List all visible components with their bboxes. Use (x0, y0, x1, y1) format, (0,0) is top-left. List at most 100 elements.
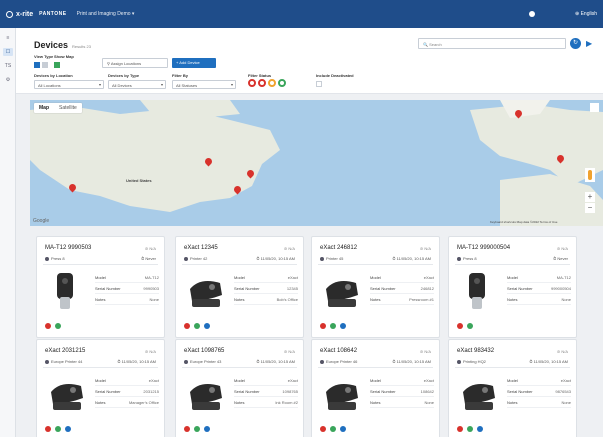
ma-t12-device-icon (469, 273, 485, 309)
card-action-icon[interactable] (184, 426, 190, 432)
device-field: Model MA-T12 (507, 275, 571, 283)
brand-logo[interactable]: x-rite (6, 10, 34, 18)
card-action-icon[interactable] (467, 426, 473, 432)
device-status: ⊘ N/A (144, 349, 156, 354)
device-card[interactable]: eXact 12345 ⊘ N/A Printer 42 ⏱ 11/05/20, 10… (175, 236, 304, 338)
card-action-icon[interactable] (457, 426, 463, 432)
app-title[interactable]: Print and Imaging Demo ▾ (77, 11, 135, 17)
card-action-icon[interactable] (194, 323, 200, 329)
device-card[interactable]: MA-T12 999000504 ⊘ N/A Press 8 ⏱ Never Model… (448, 236, 577, 338)
last-calibration: ⏱ Never (141, 256, 156, 261)
view-type-label: View Type (34, 54, 54, 59)
device-field: Serial Number 1098765 (234, 389, 298, 397)
card-action-icon[interactable] (194, 426, 200, 432)
location-select[interactable]: All Locations (34, 80, 104, 89)
card-action-icon[interactable] (340, 323, 346, 329)
zoom-out-button[interactable]: − (585, 203, 595, 213)
map-terms[interactable]: Keyboard shortcuts Map data ©2022 Terms … (490, 220, 557, 224)
device-location: Europe Printer 44 (45, 359, 82, 364)
top-bar: x-rite PANTONE Print and Imaging Demo ▾ … (0, 0, 603, 28)
device-map[interactable]: Map Satellite United States + − Google K… (30, 100, 603, 226)
status-warning-toggle[interactable] (268, 79, 276, 87)
street-view-icon[interactable] (585, 168, 595, 182)
card-divider (182, 367, 297, 368)
device-name[interactable]: MA-T12 9990503 (45, 245, 91, 251)
device-name[interactable]: eXact 12345 (184, 245, 218, 251)
last-calibration: ⏱ 11/05/20, 10:15 AM (392, 359, 431, 364)
card-action-icon[interactable] (184, 323, 190, 329)
location-pin-icon (320, 359, 324, 364)
fullscreen-icon[interactable] (590, 103, 599, 112)
status-error-toggle[interactable] (258, 79, 266, 87)
show-map-checkbox[interactable] (54, 62, 60, 68)
status-ok-toggle[interactable] (278, 79, 286, 87)
rail-menu-icon[interactable]: ≡ (3, 34, 13, 42)
export-icon[interactable]: ▶ (586, 38, 598, 49)
card-action-icon[interactable] (467, 323, 473, 329)
card-action-icon[interactable] (45, 323, 51, 329)
device-field: Serial Number 999000504 (507, 286, 571, 294)
device-name[interactable]: eXact 108642 (320, 348, 357, 354)
device-field: Model eXact (234, 378, 298, 386)
device-field: Model eXact (507, 378, 571, 386)
refresh-button[interactable]: ↻ (570, 38, 581, 49)
device-card[interactable]: eXact 108642 ⊘ N/A Europe Printer 46 ⏱ 11/0… (311, 339, 440, 437)
type-select[interactable]: All Devices (108, 80, 166, 89)
device-field: Notes None (95, 297, 159, 305)
last-calibration: ⏱ 11/05/20, 10:15 AM (529, 359, 568, 364)
device-status: ⊘ N/A (556, 246, 568, 251)
result-count: Results 23 (72, 44, 91, 49)
device-card[interactable]: eXact 1098765 ⊘ N/A Europe Printer 43 ⏱ 11/… (175, 339, 304, 437)
card-action-icon[interactable] (204, 426, 210, 432)
device-field: Model eXact (370, 378, 434, 386)
device-location: Printer 42 (184, 256, 207, 261)
device-location: Europe Printer 46 (320, 359, 357, 364)
language-menu[interactable]: ⊕ English (575, 11, 597, 17)
device-name[interactable]: MA-T12 999000504 (457, 245, 510, 251)
map-country-label: United States (126, 178, 152, 183)
card-action-icon[interactable] (204, 323, 210, 329)
map-tab-satellite[interactable]: Satellite (54, 103, 82, 113)
card-action-icon[interactable] (45, 426, 51, 432)
last-calibration: ⏱ Never (553, 256, 568, 261)
device-name[interactable]: eXact 2031215 (45, 348, 85, 354)
card-action-icon[interactable] (55, 323, 61, 329)
status-red-toggle[interactable] (248, 79, 256, 87)
google-logo: Google (33, 218, 50, 224)
filter-by-select[interactable]: All Statuses (172, 80, 236, 89)
zoom-in-button[interactable]: + (585, 192, 595, 202)
device-name[interactable]: eXact 246812 (320, 245, 357, 251)
search-input[interactable]: 🔍 Search (418, 38, 566, 49)
device-card[interactable]: eXact 246812 ⊘ N/A Printer 45 ⏱ 11/05/20, 1… (311, 236, 440, 338)
card-action-icon[interactable] (55, 426, 61, 432)
brand-name: x-rite (16, 10, 34, 18)
card-action-icon[interactable] (330, 426, 336, 432)
card-action-icon[interactable] (340, 426, 346, 432)
card-action-icon[interactable] (320, 426, 326, 432)
rail-settings-icon[interactable]: ⚙ (3, 76, 13, 84)
user-icon[interactable] (529, 11, 535, 17)
assign-locations-button[interactable]: ⚲ Assign Locations (102, 58, 168, 68)
exact-device-icon (463, 384, 495, 410)
card-action-icon[interactable] (65, 426, 71, 432)
map-tab-map[interactable]: Map (34, 103, 54, 113)
device-card[interactable]: eXact 2031215 ⊘ N/A Europe Printer 44 ⏱ 11/… (36, 339, 165, 437)
grid-view-icon[interactable] (34, 62, 40, 68)
add-device-button[interactable]: + Add Device (172, 58, 216, 68)
rail-devices-icon[interactable]: ☐ (3, 48, 13, 56)
device-card[interactable]: MA-T12 9990503 ⊘ N/A Press 8 ⏱ Never Model MA… (36, 236, 165, 338)
device-field: Serial Number 246812 (370, 286, 434, 294)
device-card[interactable]: eXact 983432 ⊘ N/A Printing HQ2 ⏱ 11/05/20,… (448, 339, 577, 437)
last-calibration: ⏱ 11/05/20, 10:15 AM (256, 359, 295, 364)
include-deactivated-checkbox[interactable] (316, 81, 322, 87)
card-action-icon[interactable] (320, 323, 326, 329)
list-view-icon[interactable] (42, 62, 48, 68)
card-action-icon[interactable] (330, 323, 336, 329)
device-name[interactable]: eXact 983432 (457, 348, 494, 354)
rail-ts-icon[interactable]: TS (3, 62, 13, 70)
device-field: Notes Pressroom #1 (370, 297, 434, 305)
card-action-icon[interactable] (457, 323, 463, 329)
card-action-icon[interactable] (477, 426, 483, 432)
device-name[interactable]: eXact 1098765 (184, 348, 224, 354)
device-status: ⊘ N/A (283, 246, 295, 251)
